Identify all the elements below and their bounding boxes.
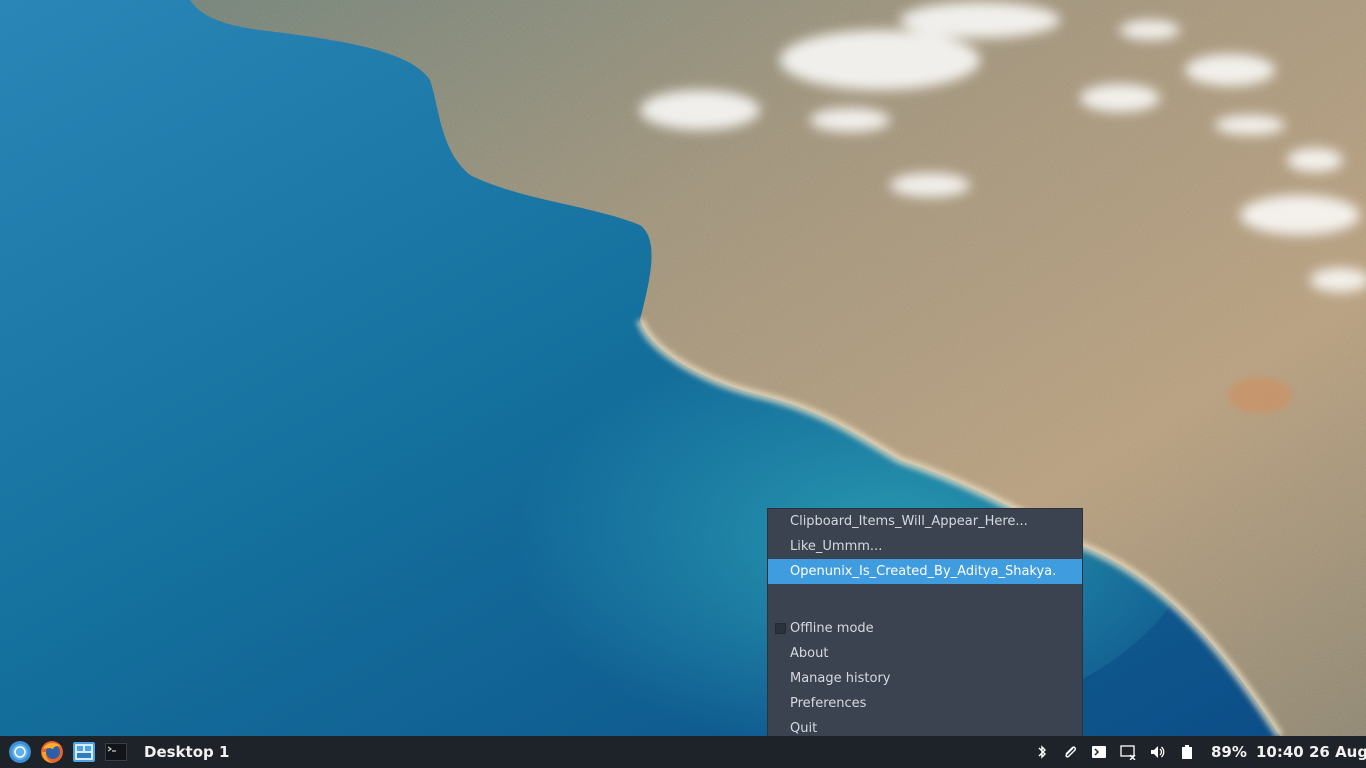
battery-icon[interactable]: [1179, 744, 1195, 760]
offline-mode-checkbox[interactable]: [775, 623, 786, 634]
wallpaper: [0, 0, 1366, 736]
volume-icon[interactable]: [1149, 744, 1165, 760]
quit-menu-item[interactable]: Quit: [768, 716, 1082, 736]
app-menu-icon[interactable]: [8, 740, 32, 764]
offline-mode-label: Offline mode: [790, 621, 874, 636]
firefox-icon[interactable]: [40, 740, 64, 764]
display-icon[interactable]: [1120, 744, 1136, 760]
terminal-icon[interactable]: [104, 740, 128, 764]
bluetooth-icon[interactable]: [1034, 744, 1050, 760]
clipboard-history-item[interactable]: Like_Ummm...: [768, 534, 1082, 559]
clipboard-context-menu: Clipboard_Items_Will_Appear_Here... Like…: [767, 508, 1083, 736]
desktop[interactable]: Clipboard_Items_Will_Appear_Here... Like…: [0, 0, 1366, 736]
taskbar: Desktop 1 89% 10:40 26 Aug: [0, 736, 1366, 768]
clipboard-icon[interactable]: [1062, 744, 1078, 760]
file-manager-icon[interactable]: [72, 740, 96, 764]
clock[interactable]: 10:40 26 Aug: [1256, 736, 1366, 768]
battery-percent[interactable]: 89%: [1211, 736, 1247, 768]
terminal-icon[interactable]: [1091, 744, 1107, 760]
preferences-menu-item[interactable]: Preferences: [768, 691, 1082, 716]
manage-history-menu-item[interactable]: Manage history: [768, 666, 1082, 691]
offline-mode-toggle[interactable]: Offline mode: [768, 616, 1082, 641]
desktop-label[interactable]: Desktop 1: [144, 736, 229, 768]
about-menu-item[interactable]: About: [768, 641, 1082, 666]
clipboard-history-item[interactable]: Clipboard_Items_Will_Appear_Here...: [768, 509, 1082, 534]
clipboard-history-item-selected[interactable]: Openunix_Is_Created_By_Aditya_Shakya.: [768, 559, 1082, 584]
